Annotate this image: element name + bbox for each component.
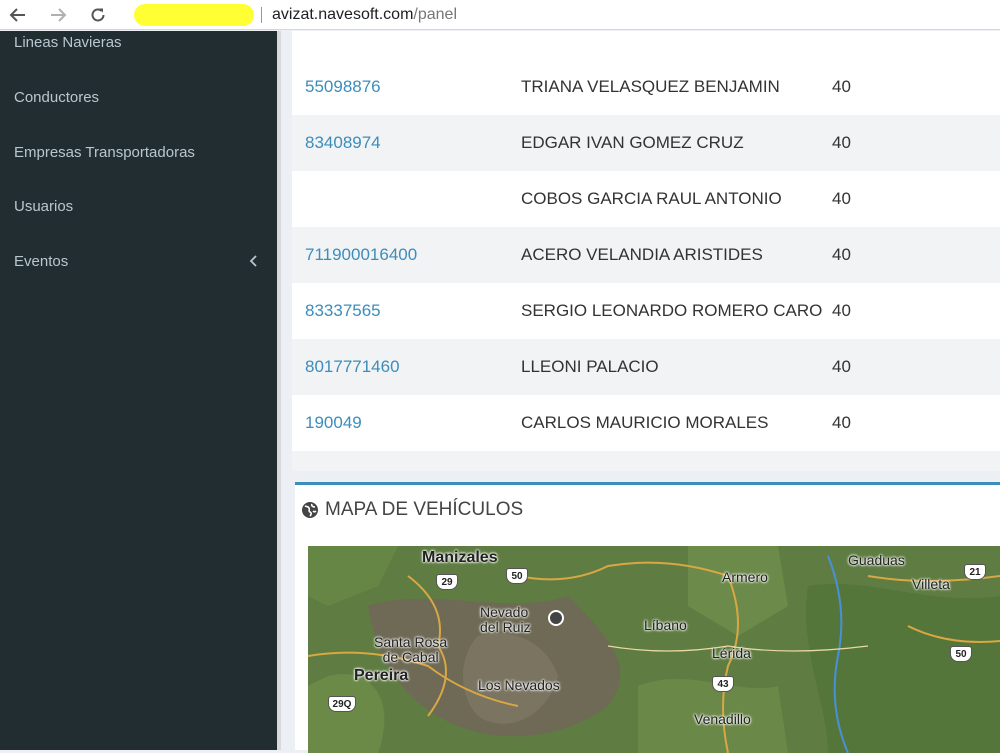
globe-icon: [302, 502, 318, 518]
row-name: COBOS GARCIA RAUL ANTONIO: [521, 189, 782, 208]
table-row: 8017771460 LLEONI PALACIO 40: [292, 339, 1000, 395]
map-label-lerida: Lérida: [712, 645, 751, 661]
row-value: 40: [832, 413, 851, 432]
row-name: ACERO VELANDIA ARISTIDES: [521, 245, 763, 264]
back-button[interactable]: [6, 3, 30, 27]
sidebar-item-lineas-navieras[interactable]: Lineas Navieras: [0, 27, 277, 57]
sidebar-item-usuarios[interactable]: Usuarios: [0, 191, 277, 221]
table-row: 711900016400 ACERO VELANDIA ARISTIDES 40: [292, 227, 1000, 283]
row-name: TRIANA VELASQUEZ BENJAMIN: [521, 77, 780, 96]
reload-icon: [91, 8, 105, 22]
row-value: 40: [832, 357, 851, 376]
row-id-link[interactable]: 55098876: [305, 59, 381, 115]
row-value: 40: [832, 245, 851, 264]
vehicle-map[interactable]: Manizales Armero Guaduas Villeta Nevado …: [308, 546, 1000, 753]
route-shield: 21: [964, 564, 986, 580]
table-row: 55098876 TRIANA VELASQUEZ BENJAMIN 40: [292, 59, 1000, 115]
table-row: 190049 CARLOS MAURICIO MORALES 40: [292, 395, 1000, 451]
sidebar-item-empresas-transportadoras[interactable]: Empresas Transportadoras: [0, 137, 277, 167]
reload-button[interactable]: [86, 3, 110, 27]
sidebar: Lineas Navieras Conductores Empresas Tra…: [0, 31, 277, 750]
route-shield: 29Q: [328, 696, 356, 712]
map-label-libano: Líbano: [644, 617, 687, 633]
redacted-highlight: [134, 4, 254, 26]
map-label-pereira: Pereira: [354, 667, 409, 684]
row-name: SERGIO LEONARDO ROMERO CARO: [521, 301, 823, 320]
row-id-link[interactable]: 83337565: [305, 283, 381, 339]
vehicle-map-panel: MAPA DE VEHÍCULOS Manizales Armero Guadu…: [295, 482, 1000, 753]
forward-button[interactable]: [46, 3, 70, 27]
map-label-santa-rosa-de-cabal: Santa Rosa de Cabal: [374, 634, 448, 665]
sidebar-item-label: Usuarios: [14, 197, 74, 215]
table-row: 83408974 EDGAR IVAN GOMEZ CRUZ 40: [292, 115, 1000, 171]
route-shield: 29: [436, 574, 458, 590]
row-name: EDGAR IVAN GOMEZ CRUZ: [521, 133, 744, 152]
chevron-left-icon: [249, 255, 257, 267]
route-shield: 50: [950, 646, 972, 662]
row-id-link[interactable]: 83408974: [305, 115, 381, 171]
sidebar-item-label: Conductores: [14, 88, 100, 106]
row-name: LLEONI PALACIO: [521, 357, 659, 376]
sidebar-item-label: Eventos: [14, 252, 69, 270]
map-label-manizales: Manizales: [422, 549, 498, 566]
row-id-link[interactable]: 8017771460: [305, 339, 400, 395]
address-separator: [261, 7, 262, 23]
main-content: 55098876 TRIANA VELASQUEZ BENJAMIN 40 83…: [281, 31, 1000, 753]
route-shield: 50: [506, 568, 528, 584]
map-panel-header: MAPA DE VEHÍCULOS: [301, 499, 523, 521]
row-id-link[interactable]: 190049: [305, 395, 362, 451]
row-value: 40: [832, 189, 851, 208]
table-row: COBOS GARCIA RAUL ANTONIO 40: [292, 171, 1000, 227]
sidebar-item-eventos[interactable]: Eventos: [0, 246, 277, 276]
map-label-venadillo: Venadillo: [694, 711, 751, 727]
arrow-left-icon: [9, 8, 25, 22]
map-panel-title: MAPA DE VEHÍCULOS: [325, 499, 524, 520]
sidebar-item-label: Empresas Transportadoras: [14, 143, 195, 161]
mountain-icon: [548, 610, 564, 626]
map-label-los-nevados: Los Nevados: [478, 677, 560, 693]
table-row: 83337565 SERGIO LEONARDO ROMERO CARO 40: [292, 283, 1000, 339]
row-name: CARLOS MAURICIO MORALES: [521, 413, 769, 432]
row-value: 40: [832, 301, 851, 320]
sidebar-item-conductores[interactable]: Conductores: [0, 82, 277, 112]
row-id-link[interactable]: 711900016400: [305, 227, 417, 283]
sidebar-item-label: Lineas Navieras: [14, 33, 122, 51]
table-row: [292, 3, 1000, 59]
row-value: 40: [832, 133, 851, 152]
table-row: [292, 451, 1000, 471]
map-label-nevado-del-ruiz: Nevado del Ruiz: [480, 604, 531, 635]
map-label-guaduas: Guaduas: [848, 552, 905, 568]
map-label-villeta: Villeta: [912, 576, 950, 592]
map-label-armero: Armero: [722, 569, 768, 585]
drivers-table: 55098876 TRIANA VELASQUEZ BENJAMIN 40 83…: [292, 31, 1000, 471]
arrow-right-icon: [51, 8, 67, 22]
row-value: 40: [832, 77, 851, 96]
route-shield: 43: [712, 676, 734, 692]
